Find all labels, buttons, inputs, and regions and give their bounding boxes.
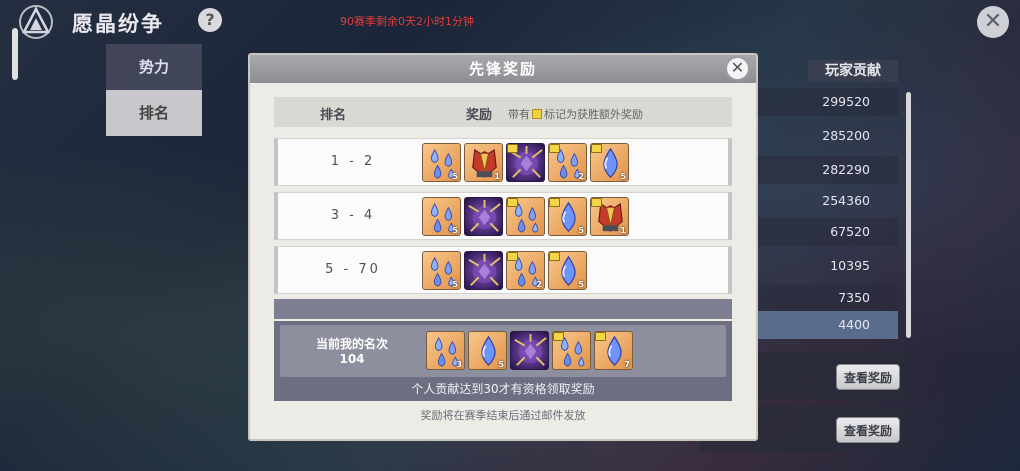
- reward-item-armor-icon[interactable]: 1: [464, 143, 503, 182]
- leaderboard-row[interactable]: 7350: [758, 284, 898, 312]
- item-count: 5: [452, 280, 458, 289]
- leaderboard-row-me[interactable]: 4400: [758, 311, 898, 339]
- leaderboard-row[interactable]: 285200: [758, 122, 898, 150]
- crown-icon: [532, 109, 542, 119]
- my-reward-items: 3 5 7: [426, 331, 636, 370]
- my-rank-label: 当前我的名次 104: [292, 337, 412, 367]
- column-header-reward: 奖励: [466, 108, 493, 123]
- bonus-note-suffix: 标记为获胜额外奖励: [544, 108, 643, 121]
- item-count: 5: [578, 280, 584, 289]
- my-rank-panel: 当前我的名次 104 3 5 7 个人贡献达到30才有资格领取奖励: [274, 321, 732, 401]
- leaderboard-row[interactable]: 254360: [758, 187, 898, 215]
- leaderboard-row[interactable]: 67520: [758, 218, 898, 246]
- reward-item-drops-icon[interactable]: 3: [426, 331, 465, 370]
- scrollbar[interactable]: [12, 28, 18, 80]
- reward-item-drop-icon[interactable]: 5: [590, 143, 629, 182]
- my-rank-value: 104: [339, 352, 365, 366]
- season-timer: 90赛季剩余0天2小时1分钟: [340, 15, 474, 28]
- item-count: 3: [456, 360, 462, 369]
- leaderboard-row[interactable]: 299520: [758, 88, 898, 116]
- reward-items: 5 1 2 5: [422, 143, 632, 183]
- item-count: 7: [624, 360, 630, 369]
- reward-row: 1 - 2 5 1 2 5: [274, 138, 732, 186]
- eligibility-requirement: 个人贡献达到30才有资格领取奖励: [411, 382, 595, 396]
- item-count: 5: [452, 226, 458, 235]
- dialog-title: 先锋奖励: [250, 55, 756, 83]
- leaderboard-row[interactable]: 10395: [758, 252, 898, 280]
- crown-icon: [549, 252, 560, 261]
- page-title: 愿晶纷争: [72, 12, 164, 36]
- bonus-note: 带有 标记为获胜额外奖励: [508, 106, 643, 122]
- leaderboard-header: 玩家贡献: [808, 60, 898, 82]
- crown-icon: [507, 198, 518, 207]
- crown-icon: [595, 332, 606, 341]
- item-count: 5: [620, 172, 626, 181]
- item-count: 5: [452, 172, 458, 181]
- crown-icon: [549, 144, 560, 153]
- reward-item-drops-icon[interactable]: 2: [548, 143, 587, 182]
- crown-icon: [507, 144, 518, 153]
- my-rank-title: 当前我的名次: [315, 337, 388, 351]
- item-count: 1: [620, 226, 626, 235]
- reward-item-drops-icon[interactable]: 5: [422, 143, 461, 182]
- reward-item-crystal-icon[interactable]: [464, 197, 503, 236]
- close-icon[interactable]: ✕: [725, 56, 750, 81]
- close-icon[interactable]: ✕: [977, 6, 1009, 38]
- view-reward-button[interactable]: 查看奖励: [836, 417, 900, 443]
- top-bar: 愿晶纷争 ? 90赛季剩余0天2小时1分钟 ✕: [0, 0, 1020, 42]
- column-header-rank: 排名: [320, 108, 347, 123]
- view-reward-button[interactable]: 查看奖励: [836, 364, 900, 390]
- item-count: 2: [578, 172, 584, 181]
- rank-range: 5 - 70: [325, 262, 381, 277]
- reward-item-crystal-icon[interactable]: [510, 331, 549, 370]
- item-count: 5: [498, 360, 504, 369]
- crown-icon: [549, 198, 560, 207]
- reward-item-drops-icon[interactable]: 5: [422, 251, 461, 290]
- reward-item-drop-icon[interactable]: 7: [594, 331, 633, 370]
- reward-table-header: 排名 奖励 带有 标记为获胜额外奖励: [274, 97, 732, 127]
- rank-range: 1 - 2: [330, 154, 376, 169]
- reward-items: 5 2 5: [422, 251, 590, 291]
- reward-item-crystal-icon[interactable]: [464, 251, 503, 290]
- reward-items: 5 5 1: [422, 197, 632, 237]
- reward-item-drop-icon[interactable]: 5: [468, 331, 507, 370]
- item-count: 5: [578, 226, 584, 235]
- bonus-note-prefix: 带有: [508, 108, 530, 121]
- leaderboard-scrollbar[interactable]: [906, 92, 911, 338]
- reward-item-drops-icon[interactable]: 2: [506, 251, 545, 290]
- reward-item-drops-icon[interactable]: 5: [422, 197, 461, 236]
- reward-row-partial: [274, 299, 732, 319]
- reward-row: 5 - 70 5 2 5: [274, 246, 732, 294]
- rank-range: 3 - 4: [330, 208, 376, 223]
- reward-item-drops-icon[interactable]: [552, 331, 591, 370]
- reward-item-drops-icon[interactable]: [506, 197, 545, 236]
- reward-item-drop-icon[interactable]: 5: [548, 197, 587, 236]
- item-count: 1: [494, 172, 500, 181]
- leaderboard-row[interactable]: 282290: [758, 156, 898, 184]
- my-rank-inner: 当前我的名次 104 3 5 7: [280, 325, 726, 377]
- crown-icon: [553, 332, 564, 341]
- tab-ranking[interactable]: 排名: [106, 90, 202, 136]
- help-button[interactable]: ?: [198, 8, 222, 32]
- reward-item-armor-icon[interactable]: 1: [590, 197, 629, 236]
- item-count: 2: [536, 280, 542, 289]
- crown-icon: [507, 252, 518, 261]
- reward-row: 3 - 4 5 5 1: [274, 192, 732, 240]
- faction-logo-icon: [19, 5, 53, 39]
- tab-faction[interactable]: 势力: [106, 44, 202, 90]
- crown-icon: [591, 144, 602, 153]
- reward-item-crystal-icon[interactable]: [506, 143, 545, 182]
- crown-icon: [591, 198, 602, 207]
- delivery-note: 奖励将在赛季结束后通过邮件发放: [420, 409, 586, 422]
- reward-item-drop-icon[interactable]: 5: [548, 251, 587, 290]
- vanguard-reward-dialog: 先锋奖励 ✕ 排名 奖励 带有 标记为获胜额外奖励 1 - 2 5 1 2 5 3 - …: [248, 53, 758, 441]
